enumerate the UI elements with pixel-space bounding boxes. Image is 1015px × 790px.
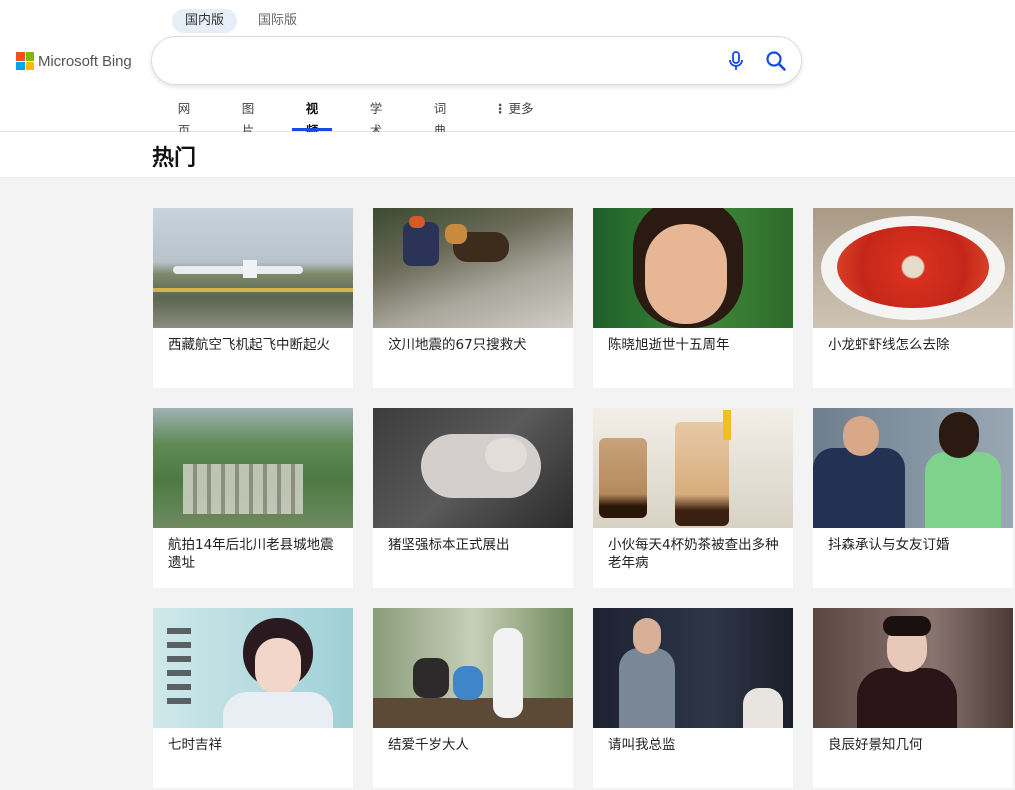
video-title: 陈晓旭逝世十五周年 bbox=[608, 337, 730, 353]
video-card[interactable]: 良辰好景知几何 bbox=[813, 608, 1013, 788]
nav-more-label: 更多 bbox=[508, 101, 534, 116]
video-title: 小伙每天4杯奶茶被查出多种老年病 bbox=[608, 537, 779, 571]
video-thumbnail bbox=[813, 408, 1013, 528]
video-title: 七时吉祥 bbox=[168, 737, 222, 753]
nav-web[interactable]: 网页 bbox=[172, 98, 196, 138]
video-card[interactable]: 抖森承认与女友订婚 bbox=[813, 408, 1013, 588]
vertical-nav: 网页 图片 视频 学术 词典 ⋮ 更多 bbox=[172, 98, 534, 138]
video-thumbnail bbox=[813, 608, 1013, 728]
microphone-icon[interactable] bbox=[723, 48, 749, 74]
video-title: 抖森承认与女友订婚 bbox=[828, 537, 950, 553]
nav-dictionary[interactable]: 词典 bbox=[428, 98, 452, 138]
video-title: 小龙虾虾线怎么去除 bbox=[828, 337, 950, 353]
video-card[interactable]: 小伙每天4杯奶茶被查出多种老年病 bbox=[593, 408, 793, 588]
more-dots-icon: ⋮ bbox=[494, 101, 507, 116]
video-thumbnail bbox=[593, 608, 793, 728]
video-title: 良辰好景知几何 bbox=[828, 737, 923, 753]
video-thumbnail bbox=[153, 408, 353, 528]
video-title: 猪坚强标本正式展出 bbox=[388, 537, 510, 553]
nav-videos[interactable]: 视频 bbox=[292, 98, 332, 138]
video-thumbnail bbox=[813, 208, 1013, 328]
microsoft-logo-icon bbox=[16, 52, 34, 70]
video-thumbnail bbox=[153, 208, 353, 328]
nav-images[interactable]: 图片 bbox=[236, 98, 260, 138]
video-card[interactable]: 陈晓旭逝世十五周年 bbox=[593, 208, 793, 388]
video-thumbnail bbox=[373, 608, 573, 728]
video-title: 结爱千岁大人 bbox=[388, 737, 469, 753]
video-thumbnail bbox=[153, 608, 353, 728]
region-tabs: 国内版 国际版 bbox=[172, 9, 310, 33]
header: 国内版 国际版 Microsoft Bing 网页 图片 视频 学术 词典 ⋮ 更… bbox=[0, 0, 1015, 138]
video-card[interactable]: 航拍14年后北川老县城地震遗址 bbox=[153, 408, 353, 588]
video-thumbnail bbox=[373, 208, 573, 328]
video-title: 请叫我总监 bbox=[608, 737, 676, 753]
nav-more[interactable]: ⋮ 更多 bbox=[494, 98, 534, 131]
logo-text: Microsoft Bing bbox=[38, 52, 132, 70]
video-card[interactable]: 西藏航空飞机起飞中断起火 bbox=[153, 208, 353, 388]
nav-academic[interactable]: 学术 bbox=[364, 98, 388, 138]
search-input[interactable] bbox=[172, 49, 716, 73]
video-thumbnail bbox=[593, 408, 793, 528]
section-title: 热门 bbox=[152, 146, 197, 171]
video-card[interactable]: 七时吉祥 bbox=[153, 608, 353, 788]
search-icon[interactable] bbox=[763, 48, 789, 74]
video-title: 西藏航空飞机起飞中断起火 bbox=[168, 337, 330, 353]
video-card[interactable]: 猪坚强标本正式展出 bbox=[373, 408, 573, 588]
video-card[interactable]: 小龙虾虾线怎么去除 bbox=[813, 208, 1013, 388]
video-card[interactable]: 结爱千岁大人 bbox=[373, 608, 573, 788]
tab-domestic[interactable]: 国内版 bbox=[172, 9, 238, 33]
search-box bbox=[152, 37, 801, 84]
video-card[interactable]: 请叫我总监 bbox=[593, 608, 793, 788]
video-card[interactable]: 汶川地震的67只搜救犬 bbox=[373, 208, 573, 388]
video-title: 汶川地震的67只搜救犬 bbox=[388, 337, 527, 353]
video-thumbnail bbox=[593, 208, 793, 328]
bing-logo[interactable]: Microsoft Bing bbox=[16, 52, 132, 70]
video-title: 航拍14年后北川老县城地震遗址 bbox=[168, 537, 334, 571]
tab-international[interactable]: 国际版 bbox=[245, 9, 310, 33]
video-thumbnail bbox=[373, 408, 573, 528]
